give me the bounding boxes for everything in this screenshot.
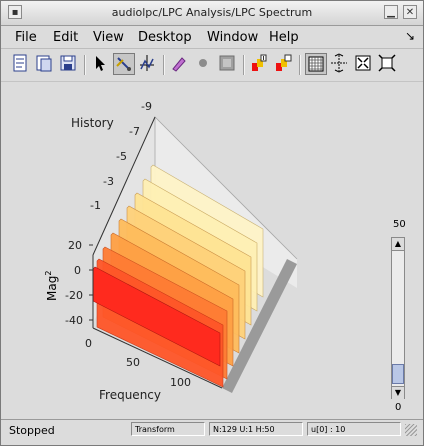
menu-file[interactable]: File [15,30,37,45]
window-title: audiolpc/LPC Analysis/LPC Spectrum [111,6,313,19]
record-dot-icon[interactable] [193,53,215,75]
y-tick: 0 [74,264,81,277]
open-icon[interactable] [34,53,56,75]
status-bar: Stopped Transform N:129 U:1 H:50 u[0] : … [1,419,423,440]
fill-icon[interactable] [217,53,239,75]
resize-grip-icon[interactable] [405,424,417,436]
title-bar: ▪ audiolpc/LPC Analysis/LPC Spectrum ▁ ✕ [1,1,423,26]
history-axis-label: History [71,116,114,130]
menu-view[interactable]: View [93,30,124,45]
data-cursor-icon[interactable] [137,53,159,75]
slider-down-arrow-icon[interactable]: ▼ [392,386,404,399]
slider-up-arrow-icon[interactable]: ▲ [392,238,404,251]
select-arrow-icon[interactable] [90,53,112,75]
toolbar-separator [163,55,165,75]
waterfall-axes [89,116,298,393]
menu-bar: File Edit View Desktop Window Help ↘ [1,26,423,49]
status-cell-input: u[0] : 10 [307,422,401,436]
pan-icon[interactable] [377,53,399,75]
grid-icon[interactable] [305,53,327,75]
status-cell-transform: Transform [131,422,205,436]
toolbar-separator [243,55,245,75]
brush-icon[interactable] [169,53,191,75]
x-axis-label: Frequency [99,388,161,402]
y-tick: -40 [65,314,83,327]
history-tick: -9 [141,100,152,113]
dock-arrow-icon[interactable]: ↘ [405,29,415,43]
y-axis-label: Mag2 [44,271,59,301]
y-axis-label-text: Mag [45,275,59,301]
history-tick: -5 [116,150,127,163]
y-tick: 20 [68,239,82,252]
x-tick: 0 [85,337,92,350]
insert-legend-icon[interactable] [273,53,295,75]
status-cell-params: N:129 U:1 H:50 [209,422,303,436]
y-tick: -20 [65,289,83,302]
history-tick: -1 [90,199,101,212]
menu-edit[interactable]: Edit [53,30,78,45]
x-tick: 100 [170,376,191,389]
menu-window[interactable]: Window [207,30,258,45]
slider-thumb[interactable] [392,364,404,384]
figure-window: ▪ audiolpc/LPC Analysis/LPC Spectrum ▁ ✕… [0,0,424,446]
edit-plot-icon[interactable] [113,53,135,75]
x-tick: 50 [126,356,140,369]
zoom-fit-icon[interactable] [353,53,375,75]
menu-help[interactable]: Help [269,30,299,45]
insert-colorbar-icon[interactable] [249,53,271,75]
history-tick: -7 [129,125,140,138]
menu-desktop[interactable]: Desktop [138,30,192,45]
history-slider[interactable]: ▲ ▼ [391,237,405,399]
new-figure-icon[interactable] [10,53,32,75]
close-icon[interactable]: ✕ [403,5,417,19]
toolbar [1,49,423,82]
minimize-icon[interactable]: ▁ [384,5,398,19]
toolbar-separator [84,55,86,75]
toolbar-separator [299,55,301,75]
axes-limits-icon[interactable] [329,53,351,75]
slider-max-label: 50 [393,219,406,230]
slider-min-label: 0 [395,402,402,413]
status-text: Stopped [9,424,55,437]
save-icon[interactable] [58,53,80,75]
y-axis-label-exponent: 2 [44,270,53,276]
plot-area[interactable]: History -9 -7 -5 -3 -1 20 0 -20 -40 Mag2… [1,83,423,413]
history-tick: -3 [103,175,114,188]
